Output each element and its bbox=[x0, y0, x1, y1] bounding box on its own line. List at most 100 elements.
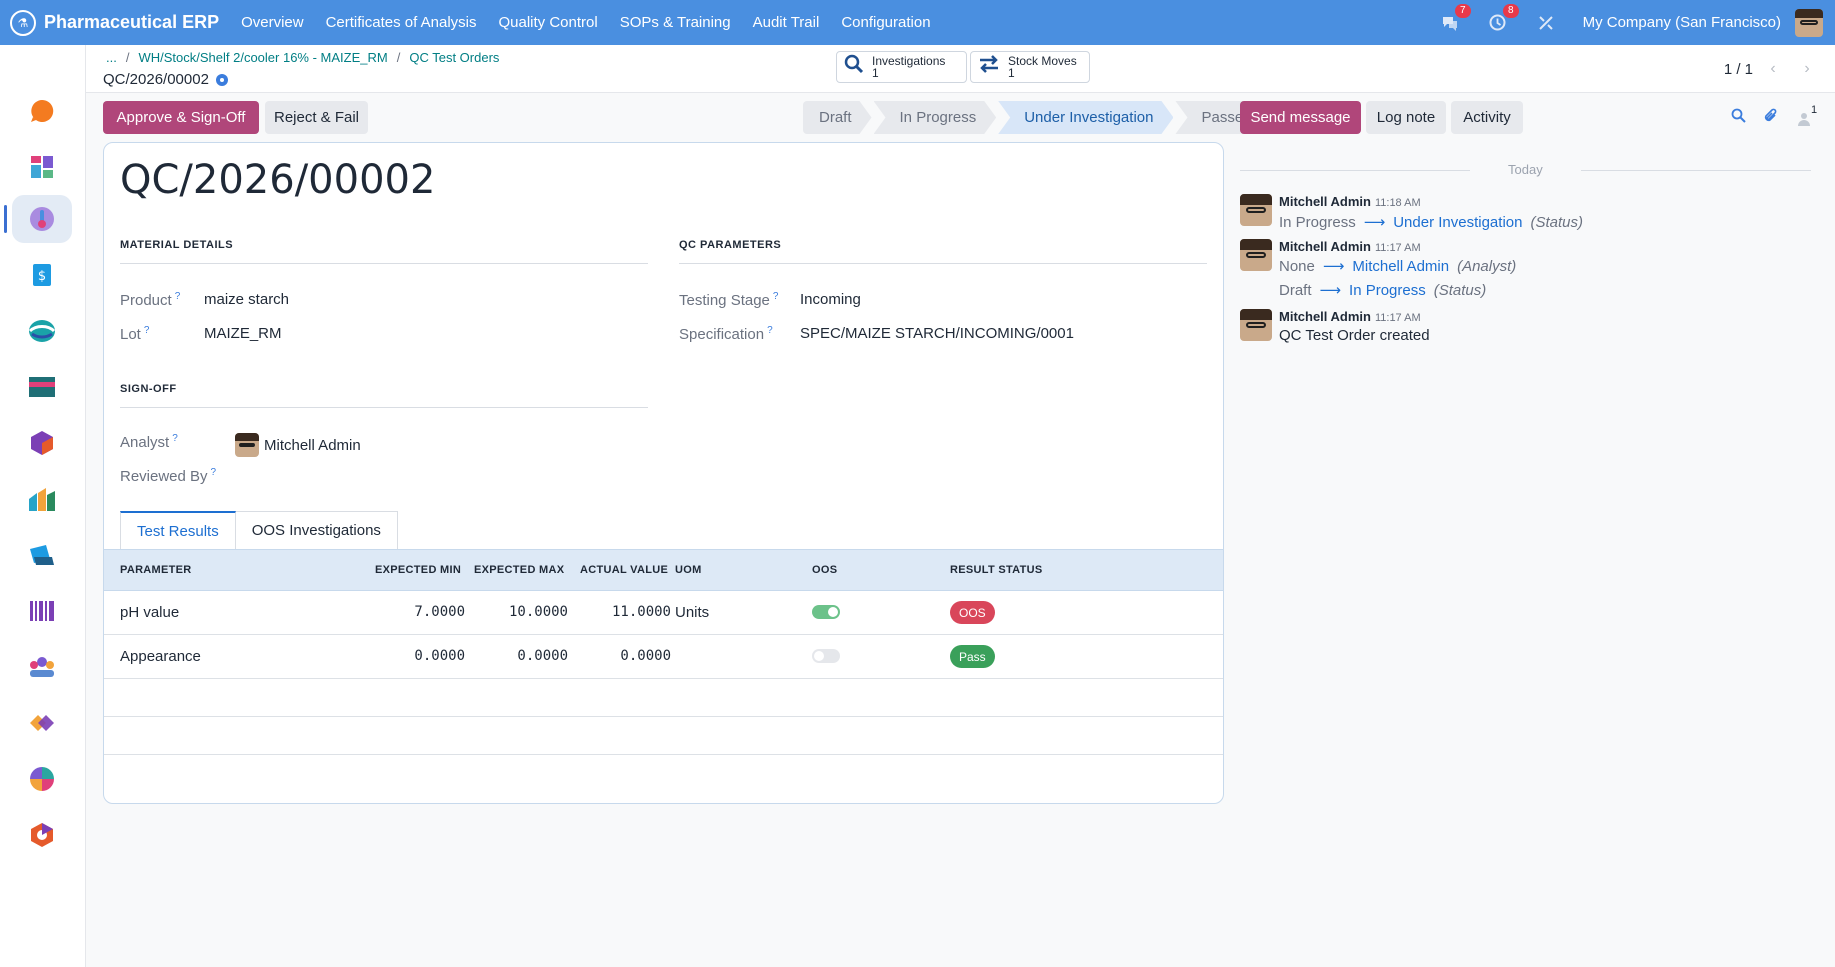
help-tooltip-icon[interactable]: ? bbox=[144, 325, 150, 336]
top-navbar: ⚗ Pharmaceutical ERP Overview Certificat… bbox=[0, 0, 1835, 45]
testing-stage-field[interactable]: Incoming bbox=[800, 291, 861, 308]
reject-fail-button[interactable]: Reject & Fail bbox=[265, 101, 368, 134]
record-title: QC/2026/00002 bbox=[120, 157, 436, 203]
reporting-app-icon[interactable] bbox=[24, 761, 60, 797]
table-row[interactable]: Appearance 0.0000 0.0000 0.0000 Pass bbox=[104, 635, 1223, 679]
expected-min-cell: 7.0000 bbox=[414, 604, 465, 620]
lot-field[interactable]: MAIZE_RM bbox=[204, 325, 282, 342]
help-tooltip-icon[interactable]: ? bbox=[773, 291, 779, 302]
reviewed-by-label: Reviewed By? bbox=[120, 467, 217, 485]
help-tooltip-icon[interactable]: ? bbox=[175, 291, 181, 302]
pager-value[interactable]: 1 / 1 bbox=[1724, 61, 1753, 78]
new-value: Mitchell Admin bbox=[1352, 257, 1450, 275]
inventory-app-icon[interactable] bbox=[24, 425, 60, 461]
crm-app-icon[interactable] bbox=[24, 313, 60, 349]
sales-app-icon[interactable] bbox=[24, 369, 60, 405]
col-result-status[interactable]: RESULT STATUS bbox=[950, 564, 1043, 576]
activity-button[interactable]: Activity bbox=[1451, 101, 1523, 134]
help-tooltip-icon[interactable]: ? bbox=[172, 433, 178, 444]
stock-moves-smart-button[interactable]: Stock Moves 1 bbox=[970, 51, 1090, 83]
documents-app-icon[interactable] bbox=[24, 537, 60, 573]
table-row[interactable]: pH value 7.0000 10.0000 11.0000 Units OO… bbox=[104, 591, 1223, 635]
send-message-button[interactable]: Send message bbox=[1240, 101, 1361, 134]
activities-clock-icon[interactable]: 8 bbox=[1487, 3, 1519, 34]
followers-count: 1 bbox=[1811, 104, 1818, 116]
menu-audit-trail[interactable]: Audit Trail bbox=[753, 14, 820, 31]
status-badge: OOS bbox=[950, 601, 995, 624]
menu-quality-control[interactable]: Quality Control bbox=[499, 14, 598, 31]
breadcrumb-qc-test-orders[interactable]: QC Test Orders bbox=[409, 50, 499, 65]
product-field[interactable]: maize starch bbox=[204, 291, 289, 308]
tracking-value-line: In Progress ⟶ Under Investigation (Statu… bbox=[1279, 213, 1583, 232]
user-avatar[interactable] bbox=[1795, 8, 1823, 37]
message-author-avatar[interactable] bbox=[1240, 239, 1272, 271]
sign-off-heading: SIGN-OFF bbox=[120, 383, 648, 408]
barcode-app-icon[interactable] bbox=[24, 593, 60, 629]
col-oos[interactable]: OOS bbox=[812, 564, 837, 576]
analyst-label: Analyst? bbox=[120, 433, 178, 451]
oos-toggle[interactable] bbox=[812, 649, 840, 663]
breadcrumb-location[interactable]: WH/Stock/Shelf 2/cooler 16% - MAIZE_RM bbox=[138, 50, 387, 65]
specification-field[interactable]: SPEC/MAIZE STARCH/INCOMING/0001 bbox=[800, 325, 1074, 342]
menu-overview[interactable]: Overview bbox=[241, 14, 304, 31]
search-messages-icon[interactable] bbox=[1731, 108, 1746, 128]
col-expected-min[interactable]: EXPECTED MIN bbox=[375, 564, 461, 576]
dashboards-app-icon[interactable] bbox=[24, 149, 60, 185]
col-parameter[interactable]: PARAMETER bbox=[120, 564, 192, 576]
quality-control-app-icon[interactable] bbox=[12, 195, 72, 243]
tracking-value-line: Draft ⟶ In Progress (Status) bbox=[1279, 281, 1486, 300]
settings-app-icon[interactable] bbox=[24, 817, 60, 853]
col-actual-value[interactable]: ACTUAL VALUE bbox=[580, 564, 668, 576]
record-settings-gear-icon[interactable] bbox=[215, 73, 228, 86]
breadcrumb-ellipsis[interactable]: ... bbox=[106, 50, 117, 65]
col-expected-max[interactable]: EXPECTED MAX bbox=[474, 564, 564, 576]
help-tooltip-icon[interactable]: ? bbox=[211, 467, 217, 478]
message-time: 11:17 AM bbox=[1374, 312, 1421, 324]
analyst-field[interactable]: Mitchell Admin bbox=[235, 433, 361, 457]
investigations-smart-button[interactable]: Investigations 1 bbox=[836, 51, 967, 83]
material-details-heading: MATERIAL DETAILS bbox=[120, 239, 648, 264]
brand[interactable]: ⚗ Pharmaceutical ERP bbox=[0, 9, 241, 36]
breadcrumb: ... / WH/Stock/Shelf 2/cooler 16% - MAIZ… bbox=[106, 50, 499, 65]
tools-icon[interactable] bbox=[1535, 12, 1557, 34]
breadcrumb-separator: / bbox=[396, 50, 401, 65]
message-author-avatar[interactable] bbox=[1240, 194, 1272, 226]
stage-under-investigation[interactable]: Under Investigation bbox=[998, 101, 1173, 134]
col-uom[interactable]: UOM bbox=[675, 564, 702, 576]
pager-previous-chevron-icon[interactable]: ‹ bbox=[1759, 57, 1787, 81]
message-time: 11:18 AM bbox=[1374, 197, 1421, 209]
analyst-name: Mitchell Admin bbox=[264, 436, 361, 454]
employees-app-icon[interactable] bbox=[24, 649, 60, 685]
log-note-button[interactable]: Log note bbox=[1366, 101, 1446, 134]
specification-label: Specification? bbox=[679, 325, 773, 343]
invoicing-app-icon[interactable]: $ bbox=[24, 257, 60, 293]
tab-test-results[interactable]: Test Results bbox=[120, 511, 236, 549]
followers-user-icon[interactable]: 1 bbox=[1797, 104, 1825, 128]
purchase-app-icon[interactable] bbox=[24, 481, 60, 517]
pager: 1 / 1 ‹ › bbox=[1724, 57, 1821, 81]
app-sidebar: $ bbox=[0, 45, 86, 967]
messages-icon[interactable]: 7 bbox=[1439, 3, 1471, 34]
expected-max-cell: 10.0000 bbox=[508, 604, 568, 620]
test-results-table: PARAMETER EXPECTED MIN EXPECTED MAX ACTU… bbox=[104, 549, 1223, 755]
menu-sops-training[interactable]: SOPs & Training bbox=[620, 14, 731, 31]
stage-draft[interactable]: Draft bbox=[803, 101, 872, 134]
company-switcher[interactable]: My Company (San Francisco) bbox=[1583, 14, 1781, 31]
menu-certificates-of-analysis[interactable]: Certificates of Analysis bbox=[326, 14, 477, 31]
attachment-paperclip-icon[interactable] bbox=[1763, 108, 1778, 129]
tracked-field: (Analyst) bbox=[1457, 257, 1517, 275]
pager-next-chevron-icon[interactable]: › bbox=[1793, 57, 1821, 81]
project-app-icon[interactable] bbox=[24, 705, 60, 741]
help-tooltip-icon[interactable]: ? bbox=[767, 325, 773, 336]
actual-value-cell: 11.0000 bbox=[611, 604, 671, 620]
message-author-avatar[interactable] bbox=[1240, 309, 1272, 341]
status-bar: Draft In Progress Under Investigation Pa… bbox=[803, 101, 1270, 134]
approve-sign-off-button[interactable]: Approve & Sign-Off bbox=[103, 101, 259, 134]
discuss-app-icon[interactable] bbox=[24, 93, 60, 129]
menu-configuration[interactable]: Configuration bbox=[841, 14, 930, 31]
tab-oos-investigations[interactable]: OOS Investigations bbox=[235, 511, 398, 549]
expected-min-cell: 0.0000 bbox=[414, 648, 465, 664]
oos-toggle[interactable] bbox=[812, 605, 840, 619]
stage-in-progress[interactable]: In Progress bbox=[874, 101, 997, 134]
testing-stage-label: Testing Stage? bbox=[679, 291, 779, 309]
